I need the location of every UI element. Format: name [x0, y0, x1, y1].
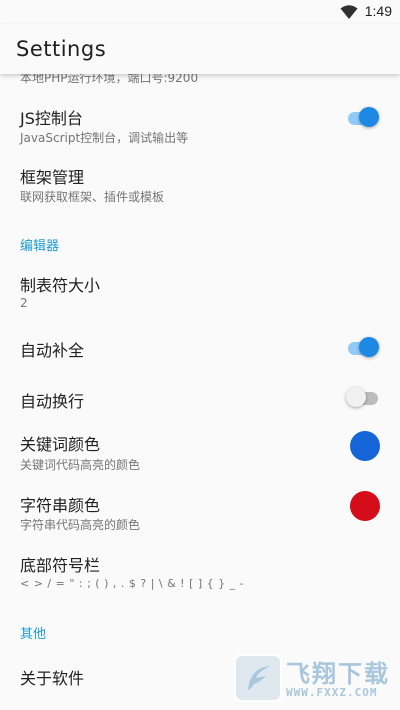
js-console-toggle[interactable] — [346, 105, 380, 129]
watermark-text: 飞翔下载 — [286, 660, 390, 688]
string-color-swatch[interactable] — [350, 491, 380, 521]
symbol-bar-title: 底部符号栏 — [20, 556, 101, 575]
autocomplete-toggle[interactable] — [346, 335, 380, 359]
watermark-logo-icon — [234, 654, 282, 702]
php-env-summary: 本地PHP运行环境，端口号:9200 — [20, 74, 199, 85]
app-bar: Settings — [0, 24, 400, 74]
keyword-color-item[interactable]: 关键词颜色 关键词代码高亮的颜色 — [0, 422, 400, 480]
settings-list[interactable]: 本地PHP运行环境，端口号:9200 JS控制台 JavaScript控制台，调… — [0, 74, 400, 710]
watermark-url: WWW.FXXZ.COM — [286, 686, 378, 699]
string-color-summary: 字符串代码高亮的颜色 — [20, 518, 141, 532]
symbol-bar-symbols: < > / = " : ; ( ) , . $ ? | \ & ! [ ] { … — [20, 577, 245, 590]
tab-size-title: 制表符大小 — [20, 276, 101, 295]
autocomplete-title: 自动补全 — [20, 341, 85, 360]
framework-summary: 联网获取框架、插件或模板 — [20, 190, 165, 204]
word-wrap-item[interactable]: 自动换行 — [0, 372, 400, 422]
js-console-summary: JavaScript控制台，调试输出等 — [20, 131, 189, 145]
keyword-color-summary: 关键词代码高亮的颜色 — [20, 458, 141, 472]
category-editor: 编辑器 — [20, 239, 60, 254]
category-other: 其他 — [20, 627, 47, 642]
about-title: 关于软件 — [20, 669, 85, 688]
tab-size-item[interactable]: 制表符大小 2 — [0, 264, 400, 320]
tab-size-value: 2 — [20, 296, 28, 310]
keyword-color-title: 关键词颜色 — [20, 435, 101, 454]
js-console-item[interactable]: JS控制台 JavaScript控制台，调试输出等 — [0, 94, 400, 154]
watermark: 飞翔下载 WWW.FXXZ.COM — [234, 654, 392, 706]
framework-item[interactable]: 框架管理 联网获取框架、插件或模板 — [0, 154, 400, 214]
framework-title: 框架管理 — [20, 168, 85, 187]
string-color-item[interactable]: 字符串颜色 字符串代码高亮的颜色 — [0, 482, 400, 540]
autocomplete-item[interactable]: 自动补全 — [0, 322, 400, 372]
string-color-title: 字符串颜色 — [20, 496, 101, 515]
symbol-bar-item[interactable]: 底部符号栏 < > / = " : ; ( ) , . $ ? | \ & ! … — [0, 542, 400, 602]
php-env-item[interactable]: 本地PHP运行环境，端口号:9200 — [0, 74, 400, 88]
status-time: 1:49 — [364, 3, 392, 19]
keyword-color-swatch[interactable] — [350, 431, 380, 461]
word-wrap-toggle[interactable] — [346, 385, 380, 409]
status-bar: 1:49 — [0, 0, 400, 24]
js-console-title: JS控制台 — [20, 109, 83, 128]
word-wrap-title: 自动换行 — [20, 392, 85, 411]
page-title: Settings — [16, 37, 107, 61]
wifi-icon — [340, 5, 358, 19]
